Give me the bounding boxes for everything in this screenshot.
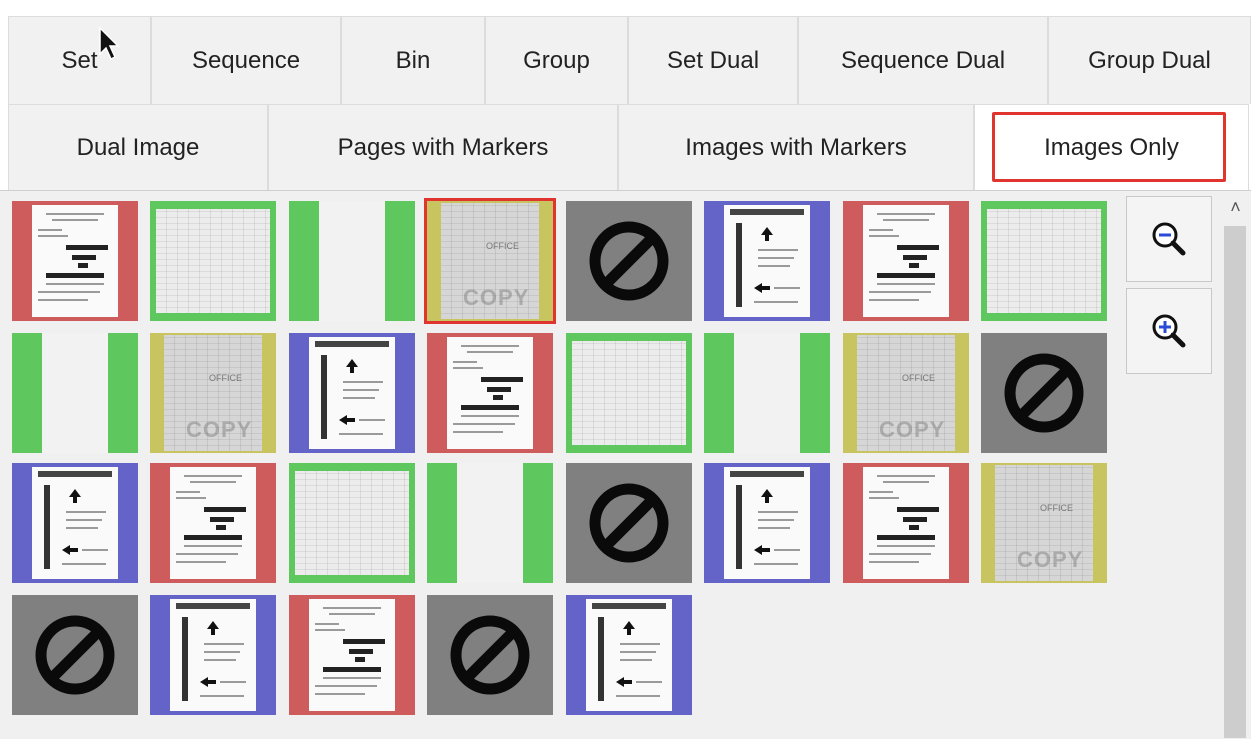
form-page bbox=[724, 467, 810, 579]
tab-dual-image[interactable]: Dual Image bbox=[8, 104, 268, 190]
image-thumbnail[interactable] bbox=[427, 333, 553, 453]
no-image-icon bbox=[1004, 353, 1084, 433]
image-thumbnail[interactable] bbox=[427, 595, 553, 715]
image-thumbnail[interactable] bbox=[12, 333, 138, 453]
image-thumbnail[interactable] bbox=[566, 463, 692, 583]
image-thumbnail[interactable] bbox=[12, 463, 138, 583]
no-image-icon bbox=[450, 615, 530, 695]
scanned-page bbox=[156, 209, 270, 313]
text-document-page bbox=[32, 205, 118, 317]
tab-set[interactable]: Set bbox=[8, 16, 151, 104]
image-thumbnail[interactable] bbox=[566, 333, 692, 453]
image-thumbnail[interactable] bbox=[566, 201, 692, 321]
image-thumbnail[interactable] bbox=[843, 463, 969, 583]
zoom-out-button[interactable] bbox=[1126, 196, 1212, 282]
image-thumbnail[interactable] bbox=[289, 595, 415, 715]
form-page bbox=[170, 599, 256, 711]
form-page bbox=[724, 205, 810, 317]
scanned-page bbox=[572, 341, 686, 445]
blank-page bbox=[457, 463, 523, 583]
image-thumbnail[interactable] bbox=[289, 201, 415, 321]
image-thumbnail[interactable] bbox=[704, 333, 830, 453]
image-thumbnail[interactable] bbox=[289, 333, 415, 453]
copy-watermark: COPY bbox=[879, 417, 946, 442]
stamp-text: OFFICE bbox=[209, 373, 242, 383]
image-thumbnail[interactable] bbox=[12, 201, 138, 321]
stamp-text: OFFICE bbox=[902, 373, 935, 383]
scanned-copy-page: OFFICE COPY bbox=[995, 465, 1093, 581]
zoom-out-icon bbox=[1152, 222, 1186, 256]
image-thumbnail[interactable] bbox=[12, 595, 138, 715]
tab-group-dual[interactable]: Group Dual bbox=[1048, 16, 1251, 104]
tab-set-dual[interactable]: Set Dual bbox=[628, 16, 798, 104]
image-thumbnail[interactable] bbox=[150, 463, 276, 583]
image-thumbnail[interactable] bbox=[427, 463, 553, 583]
text-document-page bbox=[863, 467, 949, 579]
active-tab-highlight bbox=[992, 112, 1226, 182]
tab-images-with-markers[interactable]: Images with Markers bbox=[618, 104, 974, 190]
text-document-page bbox=[863, 205, 949, 317]
stamp-text: OFFICE bbox=[1040, 503, 1073, 513]
image-thumbnail[interactable] bbox=[150, 595, 276, 715]
scanned-copy-page: OFFICE COPY bbox=[857, 335, 955, 451]
zoom-in-button[interactable] bbox=[1126, 288, 1212, 374]
image-thumbnail[interactable] bbox=[704, 201, 830, 321]
scanned-copy-page: OFFICE COPY bbox=[441, 203, 539, 319]
blank-page bbox=[42, 333, 108, 453]
tab-pages-with-markers[interactable]: Pages with Markers bbox=[268, 104, 618, 190]
vertical-scrollbar[interactable]: ˄ bbox=[1220, 194, 1251, 738]
form-page bbox=[309, 337, 395, 449]
image-thumbnail[interactable] bbox=[289, 463, 415, 583]
tab-row-primary: Set Sequence Bin Group Set Dual Sequence Dual… bbox=[8, 16, 1251, 104]
thumbnail-pane: OFFICE COPY OFFICE COPY OFFICE COPY OFFICE COPY bbox=[0, 190, 1251, 739]
window-top bbox=[0, 0, 1251, 10]
no-image-icon bbox=[35, 615, 115, 695]
copy-watermark: COPY bbox=[463, 285, 530, 310]
scanned-copy-page: OFFICE COPY bbox=[164, 335, 262, 451]
blank-page bbox=[734, 333, 800, 453]
scanned-page bbox=[295, 471, 409, 575]
image-thumbnail[interactable] bbox=[843, 201, 969, 321]
scrollbar-thumb[interactable] bbox=[1224, 226, 1246, 738]
form-page bbox=[586, 599, 672, 711]
text-document-page bbox=[309, 599, 395, 711]
scanned-page bbox=[987, 209, 1101, 313]
tab-bin[interactable]: Bin bbox=[341, 16, 485, 104]
text-document-page bbox=[447, 337, 533, 449]
tab-sequence-dual[interactable]: Sequence Dual bbox=[798, 16, 1048, 104]
tab-group[interactable]: Group bbox=[485, 16, 628, 104]
no-image-icon bbox=[589, 221, 669, 301]
copy-watermark: COPY bbox=[1017, 547, 1084, 572]
image-thumbnail[interactable]: OFFICE COPY bbox=[424, 198, 556, 324]
image-thumbnail[interactable] bbox=[981, 201, 1107, 321]
copy-watermark: COPY bbox=[186, 417, 253, 442]
tab-sequence[interactable]: Sequence bbox=[151, 16, 341, 104]
image-thumbnail[interactable] bbox=[566, 595, 692, 715]
image-thumbnail[interactable] bbox=[704, 463, 830, 583]
chevron-up-icon[interactable]: ˄ bbox=[1220, 194, 1251, 220]
text-document-page bbox=[170, 467, 256, 579]
zoom-in-icon bbox=[1152, 314, 1186, 348]
stamp-text: OFFICE bbox=[486, 241, 519, 251]
form-page bbox=[32, 467, 118, 579]
image-thumbnail[interactable]: OFFICE COPY bbox=[150, 333, 276, 453]
image-thumbnail[interactable] bbox=[981, 333, 1107, 453]
mouse-cursor-icon bbox=[99, 26, 120, 61]
image-thumbnail[interactable]: OFFICE COPY bbox=[981, 463, 1107, 583]
blank-page bbox=[319, 201, 385, 321]
no-image-icon bbox=[589, 483, 669, 563]
image-thumbnail[interactable]: OFFICE COPY bbox=[843, 333, 969, 453]
image-thumbnail[interactable] bbox=[150, 201, 276, 321]
